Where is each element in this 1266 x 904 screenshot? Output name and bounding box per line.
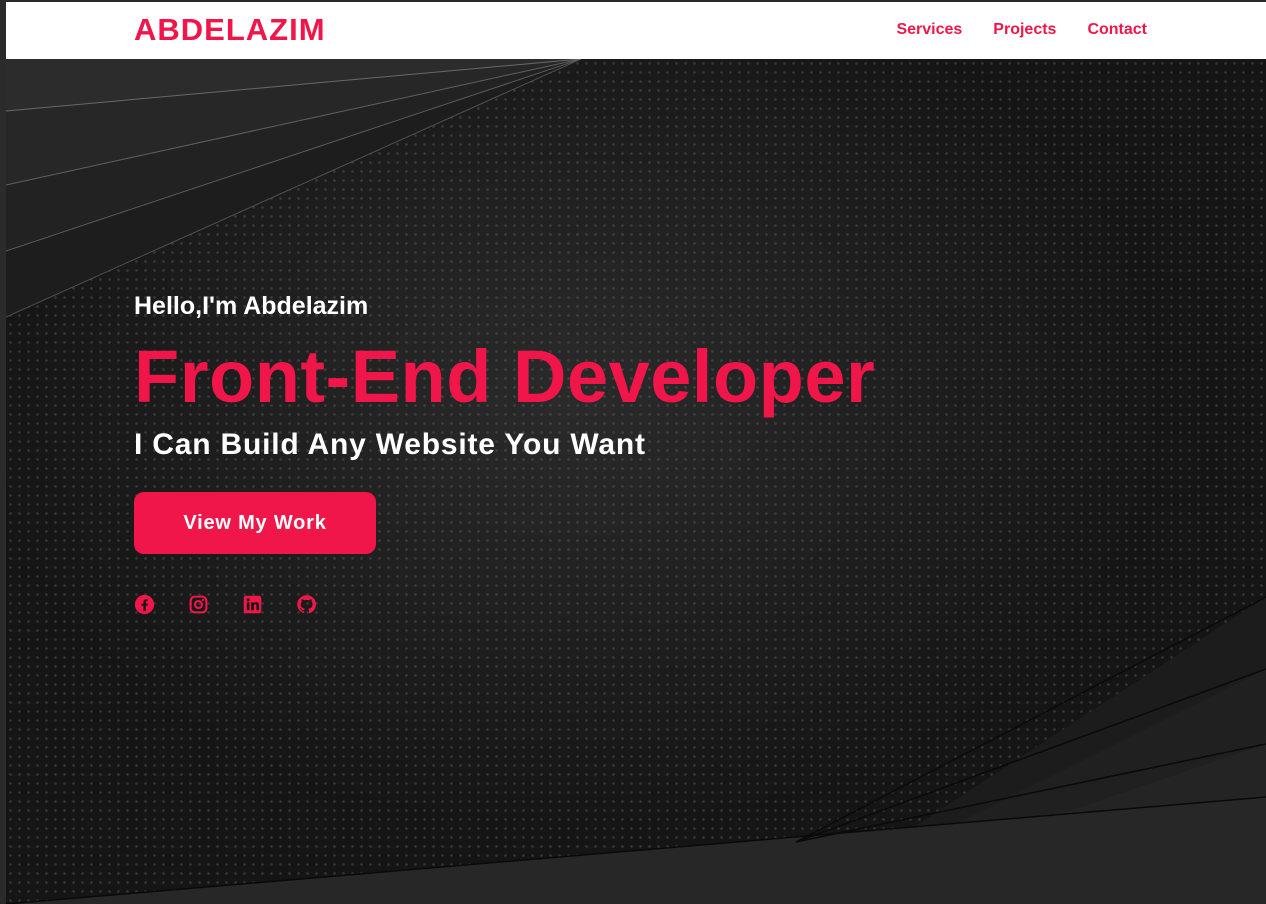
role-heading: Front-End Developer	[134, 335, 876, 418]
view-my-work-button[interactable]: View My Work	[134, 492, 376, 554]
browser-viewport: ABDELAZIM Services Projects Contact Hell…	[6, 2, 1266, 904]
facebook-icon[interactable]	[134, 594, 155, 615]
hero-section: Hello,I'm Abdelazim Front-End Developer …	[6, 59, 1266, 904]
social-links	[134, 594, 317, 615]
decorative-layered-shapes	[6, 59, 1266, 904]
greeting-text: Hello,I'm Abdelazim	[134, 292, 369, 320]
brand-logo[interactable]: ABDELAZIM	[134, 12, 326, 48]
nav-link-services[interactable]: Services	[896, 21, 962, 39]
navbar: ABDELAZIM Services Projects Contact	[6, 2, 1266, 59]
nav-link-contact[interactable]: Contact	[1087, 21, 1147, 39]
tagline-text: I Can Build Any Website You Want	[134, 428, 646, 461]
nav-link-projects[interactable]: Projects	[993, 21, 1056, 39]
linkedin-icon[interactable]	[242, 594, 263, 615]
nav-links: Services Projects Contact	[896, 21, 1147, 39]
github-icon[interactable]	[296, 594, 317, 615]
instagram-icon[interactable]	[188, 594, 209, 615]
